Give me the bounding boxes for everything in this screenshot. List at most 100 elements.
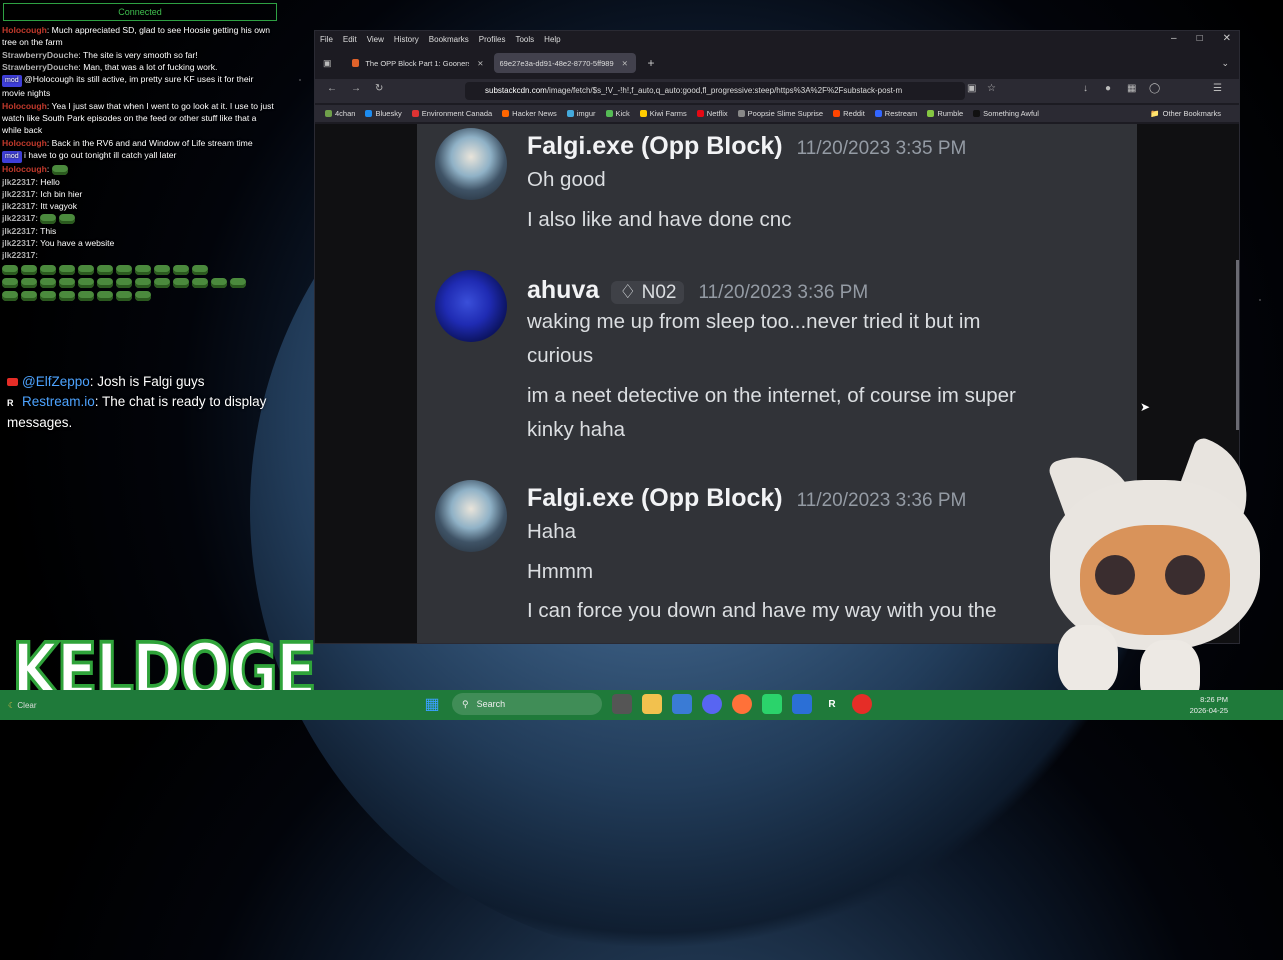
bookmark-star-icon[interactable]: ☆ — [987, 83, 996, 94]
extension-icon[interactable]: ● — [1105, 83, 1111, 94]
message-header: Falgi.exe (Opp Block) 11/20/2023 3:36 PM — [527, 484, 966, 513]
profile-icon[interactable]: ◯ — [1149, 83, 1160, 94]
frog-emote-icon — [2, 291, 18, 302]
message-header: Falgi.exe (Opp Block) 11/20/2023 3:35 PM — [527, 132, 966, 161]
bookmark-label: Restream — [884, 109, 918, 118]
frog-emote-icon — [116, 265, 132, 276]
menu-item-bookmarks[interactable]: Bookmarks — [429, 35, 469, 44]
other-bookmarks[interactable]: 📁 Other Bookmarks — [1150, 109, 1221, 118]
chat-text: Itt vagyok — [40, 201, 78, 212]
url-bar[interactable]: substackcdn.com/image/fetch/$s_!V_-!h!,f… — [465, 82, 965, 100]
bookmark-favicon-icon — [325, 110, 332, 117]
back-icon[interactable]: ← — [327, 83, 337, 94]
bookmark-label: Something Awful — [983, 109, 1039, 118]
bookmark-item[interactable]: Bluesky — [365, 109, 402, 118]
new-tab-icon[interactable]: + — [648, 56, 655, 70]
restream-chat: @ElfZeppo: Josh is Falgi guys R Restream.… — [7, 372, 267, 433]
system-clock[interactable]: 8:26 PM 2026-04-25 — [1190, 694, 1228, 716]
obs-icon[interactable] — [762, 694, 782, 714]
frog-emote-icon — [78, 291, 94, 302]
bookmark-favicon-icon — [639, 110, 647, 117]
right-eye — [1165, 555, 1205, 595]
bookmark-item[interactable]: Restream — [874, 109, 918, 118]
bookmark-label: Bluesky — [375, 109, 402, 118]
bookmark-favicon-icon — [927, 110, 935, 117]
tab-close-icon[interactable]: ✕ — [477, 59, 483, 68]
reload-icon[interactable]: ↻ — [375, 83, 383, 94]
other-bookmarks-label: Other Bookmarks — [1162, 109, 1221, 118]
menu-item-help[interactable]: Help — [544, 35, 560, 44]
message-line: Oh good — [527, 168, 606, 191]
app-menu-icon[interactable]: ☰ — [1213, 83, 1222, 94]
chat-username: Holocough — [2, 25, 47, 35]
scrollbar[interactable] — [1236, 260, 1239, 430]
bookmark-item[interactable]: Netflix — [696, 109, 728, 118]
firefox-icon[interactable] — [732, 694, 752, 714]
bookmark-label: Environment Canada — [421, 109, 493, 118]
bookmark-item[interactable]: 4chan — [325, 109, 355, 118]
chat-message: Holocough: Back in the RV6 and and Windo… — [2, 137, 253, 148]
menu-item-edit[interactable]: Edit — [343, 35, 357, 44]
bookmark-label: Reddit — [843, 109, 865, 118]
role-tag: ♢ N02 — [611, 281, 685, 304]
chat-username: jlk22317 — [2, 201, 36, 212]
folder-icon: 📁 — [1150, 109, 1160, 118]
menu-item-view[interactable]: View — [367, 35, 384, 44]
vtuber-cat-avatar — [1040, 435, 1270, 715]
bookmark-item[interactable]: Rumble — [927, 109, 963, 118]
tab-list-chevron-icon[interactable]: ⌄ — [1221, 58, 1229, 69]
windows-start-icon[interactable]: ▦ — [422, 694, 442, 714]
bookmark-item[interactable]: Reddit — [833, 109, 865, 118]
copilot-icon[interactable] — [672, 694, 692, 714]
chat-message: Holocough: — [2, 163, 276, 175]
frog-emote-icon — [135, 265, 151, 276]
menu-bar: File Edit View History Bookmarks Profiles Tool… — [315, 31, 1239, 47]
url-path: /image/fetch/$s_!V_-!h!,f_auto,q_auto:go… — [546, 86, 903, 95]
frog-emote-icon — [59, 278, 75, 289]
tab-label: The OPP Block Part 1: Gooners — [365, 58, 470, 68]
frog-emote-icon — [40, 265, 56, 276]
extensions-puzzle-icon[interactable]: ▦ — [1127, 83, 1136, 94]
tab-opp-block[interactable]: The OPP Block Part 1: Gooners ✕ — [346, 53, 490, 73]
discord-icon[interactable] — [702, 694, 722, 714]
close-icon[interactable]: ✕ — [1223, 33, 1231, 44]
download-icon[interactable]: ↓ — [1083, 83, 1088, 94]
restream-app-icon[interactable]: R — [822, 694, 842, 714]
menu-item-profiles[interactable]: Profiles — [479, 35, 506, 44]
tab-overview-icon[interactable]: ▣ — [323, 58, 332, 69]
bookmark-item[interactable]: Environment Canada — [411, 109, 493, 118]
file-explorer-icon[interactable] — [642, 694, 662, 714]
bookmark-item[interactable]: Something Awful — [973, 109, 1039, 118]
bookmark-label: Rumble — [937, 109, 964, 118]
minimize-icon[interactable]: – — [1171, 33, 1177, 44]
word-icon[interactable] — [792, 694, 812, 714]
media-player-icon[interactable] — [852, 694, 872, 714]
tab-image[interactable]: 69e27e3a-dd91-48e2-8770-5ff989 ✕ — [493, 53, 636, 73]
chat-message: jlk22317: Ich bin hier — [2, 188, 83, 199]
bookmark-item[interactable]: Hacker News — [502, 109, 557, 118]
menu-item-history[interactable]: History — [394, 35, 419, 44]
bookmark-item[interactable]: Poopsie Slime Suprise — [737, 109, 823, 118]
chat-message: mod @Holocough its still active, im pret… — [2, 73, 276, 100]
timestamp: 11/20/2023 3:35 PM — [796, 138, 967, 159]
task-view-icon[interactable] — [612, 694, 632, 714]
message-line: I can force you down and have my way wit… — [527, 599, 997, 622]
clock-date: 2026-04-25 — [1189, 706, 1228, 715]
frog-emote-icon — [78, 265, 94, 276]
chat-username: StrawberryDouche — [2, 61, 79, 72]
maximize-icon[interactable]: □ — [1197, 33, 1203, 44]
message-line: kinky haha — [527, 418, 626, 441]
reader-view-icon[interactable]: ▣ — [967, 83, 976, 94]
menu-item-file[interactable]: File — [320, 35, 333, 44]
frog-emote-icon — [78, 278, 94, 289]
menu-item-tools[interactable]: Tools — [515, 35, 534, 44]
bookmark-item[interactable]: imgur — [566, 109, 596, 118]
weather-widget[interactable]: ☾ Clear — [8, 701, 37, 710]
tab-close-icon[interactable]: ✕ — [622, 59, 628, 68]
forward-icon[interactable]: → — [351, 83, 361, 94]
message-header: ahuva ♢ N02 11/20/2023 3:36 PM — [527, 276, 868, 305]
bookmark-item[interactable]: Kick — [605, 109, 630, 118]
taskbar-search[interactable]: ⚲ Search — [452, 693, 602, 715]
chat-message: jlk22317: You have a website — [2, 238, 115, 249]
bookmark-item[interactable]: Kiwi Farms — [639, 109, 687, 118]
